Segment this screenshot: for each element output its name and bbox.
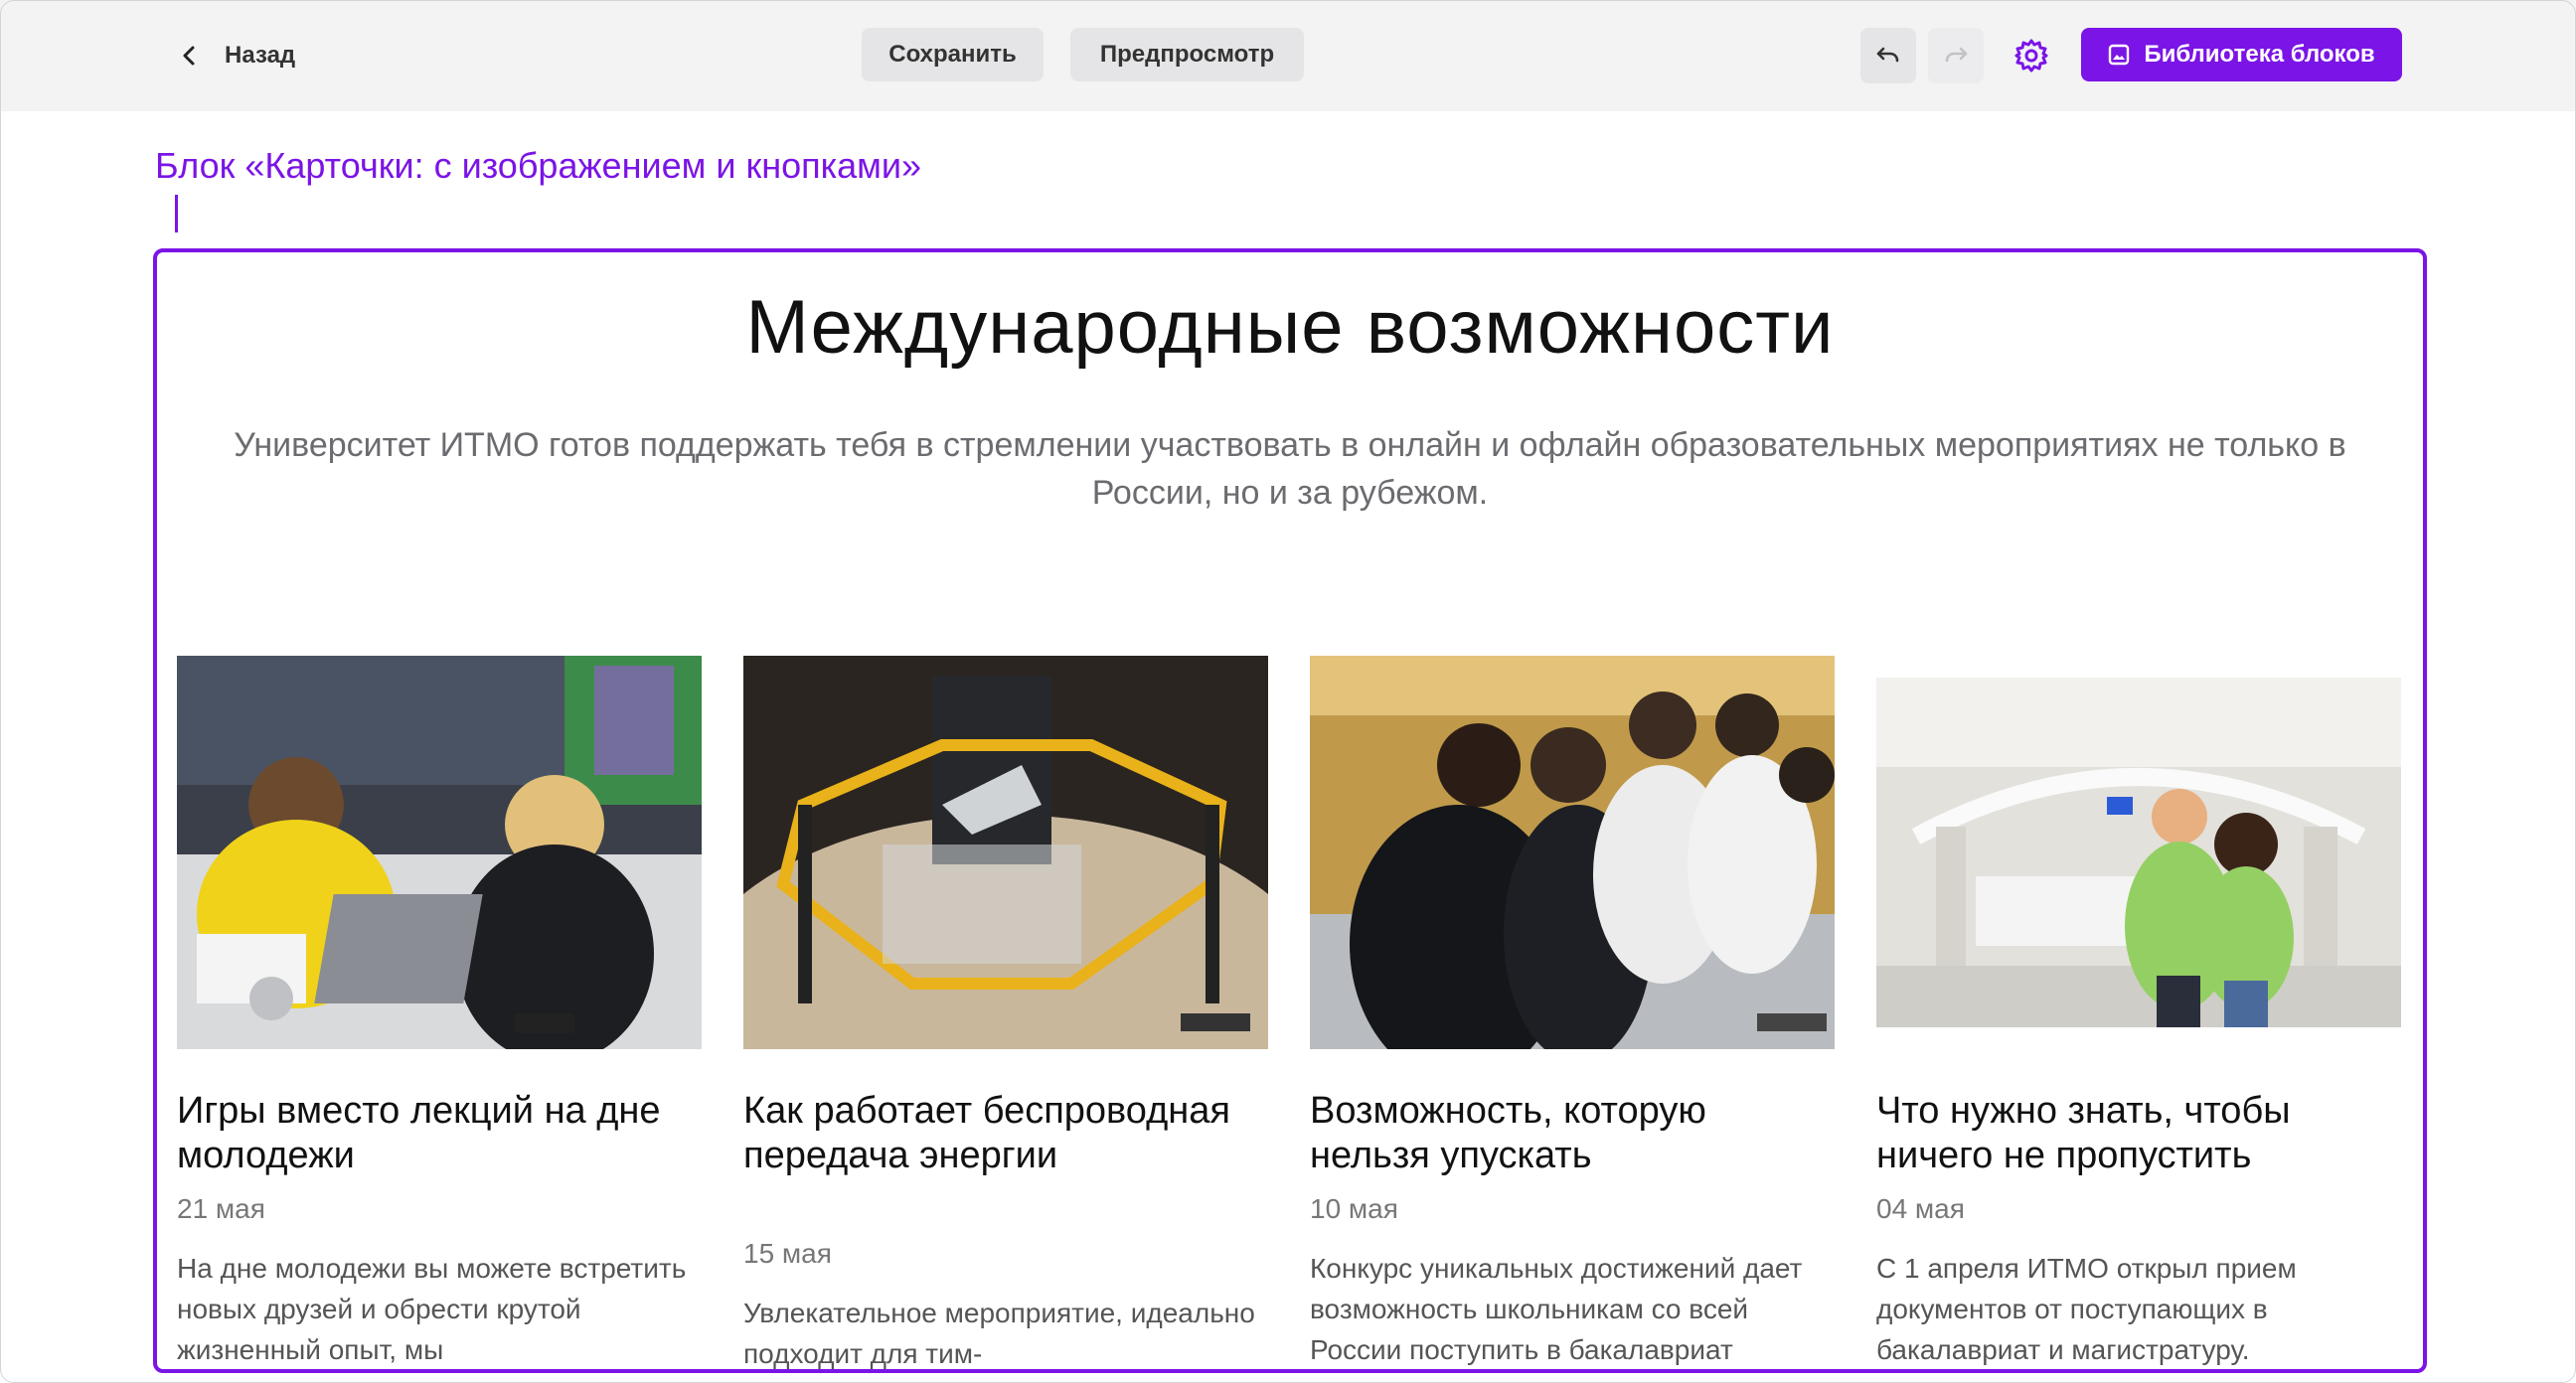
- card-text: Увлекательное мероприятие, идеально подх…: [743, 1298, 1255, 1369]
- card-text: На дне молодежи вы можете встретить новы…: [177, 1253, 687, 1365]
- block-library-label: Библиотека блоков: [2144, 41, 2375, 68]
- card-date: 04 мая: [1876, 1193, 1965, 1224]
- card-title[interactable]: Возможность, которую нельзя упускать: [1310, 1089, 1827, 1178]
- block-library-button[interactable]: Библиотека блоков: [2081, 28, 2402, 81]
- undo-icon: [1876, 47, 1899, 63]
- card-image[interactable]: [1876, 678, 2401, 1027]
- image-icon: [2109, 44, 2130, 66]
- card-date: 15 мая: [743, 1238, 832, 1269]
- back-button[interactable]: Назад: [179, 36, 295, 76]
- block-description[interactable]: Университет ИТМО готов поддержать тебя в…: [217, 421, 2363, 517]
- block-type-label: Блок «Карточки: с изображением и кнопкам…: [155, 145, 922, 186]
- card-image[interactable]: [743, 656, 1268, 1049]
- card-text: Конкурс уникальных достижений дает возмо…: [1310, 1253, 1803, 1365]
- back-label: Назад: [225, 42, 296, 69]
- card-date: 10 мая: [1310, 1193, 1398, 1224]
- redo-icon: [1945, 47, 1968, 63]
- card-image[interactable]: [177, 656, 702, 1049]
- preview-button[interactable]: Предпросмотр: [1070, 28, 1304, 81]
- card-text: С 1 апреля ИТМО открыл прием документов …: [1876, 1253, 2297, 1365]
- card-title[interactable]: Как работает беспроводная передача энерг…: [743, 1089, 1260, 1178]
- card-date: 21 мая: [177, 1193, 265, 1224]
- undo-button[interactable]: [1860, 28, 1916, 83]
- redo-button[interactable]: [1928, 28, 1984, 83]
- gear-icon: [2014, 39, 2048, 73]
- save-button[interactable]: Сохранить: [862, 28, 1044, 81]
- cards-block[interactable]: Международные возможности Университет ИТ…: [153, 248, 2427, 1373]
- chevron-left-icon: [183, 46, 195, 66]
- card-image[interactable]: [1310, 656, 1835, 1049]
- editor-toolbar: Назад Сохранить Предпросмотр Библиотека …: [0, 0, 2576, 111]
- settings-button[interactable]: [2004, 28, 2059, 83]
- card-title[interactable]: Игры вместо лекций на дне молодежи: [177, 1089, 694, 1178]
- card-title[interactable]: Что нужно знать, чтобы ничего не пропуст…: [1876, 1089, 2393, 1178]
- text-cursor: [175, 195, 178, 232]
- block-title[interactable]: Международные возможности: [157, 284, 2423, 371]
